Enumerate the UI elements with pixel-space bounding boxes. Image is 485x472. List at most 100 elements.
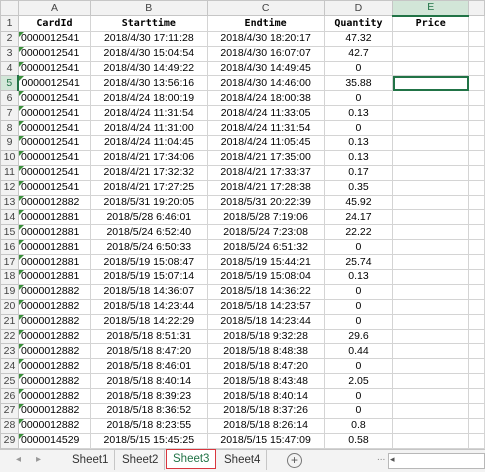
cell[interactable]: 2018/4/30 16:07:07: [206, 45, 325, 62]
sheet-tab-sheet2[interactable]: Sheet2: [116, 450, 166, 470]
row-header[interactable]: 20: [0, 298, 19, 315]
cell[interactable]: 2018/4/24 11:31:54: [89, 105, 208, 122]
row-header[interactable]: 24: [0, 358, 19, 375]
cell[interactable]: 0: [323, 239, 394, 256]
cell[interactable]: 0000012882: [17, 328, 91, 345]
cell[interactable]: 0000012541: [17, 164, 91, 181]
row-header[interactable]: 7: [0, 105, 19, 122]
cell[interactable]: [392, 328, 470, 345]
horizontal-scrollbar[interactable]: ◂: [388, 453, 485, 469]
cell[interactable]: [392, 149, 470, 166]
cell[interactable]: 0: [323, 403, 394, 419]
cell[interactable]: [392, 179, 470, 196]
cell[interactable]: 2018/5/15 15:47:09: [206, 432, 325, 449]
more-options-icon[interactable]: ...: [377, 452, 385, 463]
cell[interactable]: [468, 30, 485, 47]
cell[interactable]: 2018/4/30 17:11:28: [89, 30, 208, 47]
cell[interactable]: [468, 328, 485, 345]
row-header[interactable]: 25: [0, 373, 19, 390]
cell[interactable]: 0000012882: [17, 298, 91, 315]
cell[interactable]: [468, 120, 485, 137]
cell[interactable]: [392, 432, 470, 449]
cell[interactable]: 0000012882: [17, 417, 91, 434]
cell[interactable]: 2018/5/18 9:32:28: [206, 328, 325, 345]
prev-sheet-icon[interactable]: ◂: [16, 454, 21, 465]
cell[interactable]: 0.58: [323, 432, 394, 449]
cell[interactable]: 2018/5/28 6:46:01: [89, 209, 208, 226]
cell[interactable]: 0000012541: [17, 120, 91, 137]
cell[interactable]: [392, 105, 470, 122]
row-header[interactable]: 4: [0, 60, 19, 77]
cell[interactable]: [392, 120, 470, 137]
row-header[interactable]: 2: [0, 30, 19, 47]
cell[interactable]: 0000012541: [17, 105, 91, 122]
cell[interactable]: 2018/5/19 15:08:04: [206, 269, 325, 285]
cell[interactable]: 0000012881: [17, 209, 91, 226]
row-header[interactable]: 17: [0, 254, 19, 271]
cell[interactable]: 47.32: [323, 30, 394, 47]
cell[interactable]: 2018/4/30 15:04:54: [89, 45, 208, 62]
cell[interactable]: 2018/5/18 14:36:07: [89, 283, 208, 300]
cell[interactable]: 0000012882: [17, 373, 91, 390]
cell[interactable]: 0000012882: [17, 388, 91, 405]
cell[interactable]: 35.88: [323, 75, 394, 92]
cell[interactable]: [468, 224, 485, 241]
cell[interactable]: 2018/5/31 20:22:39: [206, 194, 325, 211]
row-header[interactable]: 19: [0, 283, 19, 300]
row-header[interactable]: 9: [0, 135, 19, 151]
row-header[interactable]: 14: [0, 209, 19, 226]
row-header[interactable]: 21: [0, 313, 19, 330]
cell[interactable]: [392, 164, 470, 181]
cell[interactable]: [468, 417, 485, 434]
cell[interactable]: 2018/5/18 8:40:14: [89, 373, 208, 390]
cell[interactable]: 2018/5/18 8:48:38: [206, 343, 325, 360]
cell[interactable]: 2018/4/24 18:00:38: [206, 90, 325, 107]
cell[interactable]: 2018/5/24 7:23:08: [206, 224, 325, 241]
cell[interactable]: [468, 239, 485, 256]
cell[interactable]: 2018/4/24 11:04:45: [89, 135, 208, 151]
row-header[interactable]: 15: [0, 224, 19, 241]
cell[interactable]: 0000012881: [17, 254, 91, 271]
row-header[interactable]: 26: [0, 388, 19, 405]
cell[interactable]: [468, 283, 485, 300]
selected-cell[interactable]: [392, 75, 470, 92]
cell[interactable]: [468, 75, 485, 92]
cell[interactable]: 2018/4/24 18:00:19: [89, 90, 208, 107]
cell[interactable]: [468, 373, 485, 390]
cell[interactable]: 2018/4/24 11:33:05: [206, 105, 325, 122]
cell[interactable]: 0.13: [323, 269, 394, 285]
cell[interactable]: 2018/5/24 6:52:40: [89, 224, 208, 241]
cell[interactable]: 0000012882: [17, 194, 91, 211]
cell[interactable]: 0: [323, 60, 394, 77]
cell[interactable]: [392, 417, 470, 434]
cell[interactable]: 42.7: [323, 45, 394, 62]
row-header[interactable]: 29: [0, 432, 19, 449]
cell[interactable]: [468, 403, 485, 419]
cell[interactable]: [392, 90, 470, 107]
cell[interactable]: 2018/5/28 7:19:06: [206, 209, 325, 226]
cell[interactable]: 0000012881: [17, 239, 91, 256]
select-all-corner[interactable]: [0, 0, 19, 17]
column-header-d[interactable]: D: [323, 0, 394, 17]
cell[interactable]: 24.17: [323, 209, 394, 226]
cell[interactable]: 2018/5/18 8:40:14: [206, 388, 325, 405]
cell[interactable]: 45.92: [323, 194, 394, 211]
cell[interactable]: 0: [323, 358, 394, 375]
column-header-overflow[interactable]: [468, 0, 485, 17]
cell[interactable]: 2018/5/19 15:44:21: [206, 254, 325, 271]
cell[interactable]: 0: [323, 388, 394, 405]
cell[interactable]: 2018/4/24 11:05:45: [206, 135, 325, 151]
header-cell-quantity[interactable]: Quantity: [323, 15, 394, 32]
cell[interactable]: [468, 90, 485, 107]
cell[interactable]: 2018/4/21 17:27:25: [89, 179, 208, 196]
sheet-tab-sheet3[interactable]: Sheet3: [166, 449, 217, 469]
cell[interactable]: [392, 135, 470, 151]
add-sheet-button[interactable]: +: [287, 453, 302, 468]
cell[interactable]: [392, 254, 470, 271]
cell[interactable]: 0.35: [323, 179, 394, 196]
column-header-b[interactable]: B: [89, 0, 208, 17]
cell[interactable]: 2018/5/18 8:47:20: [206, 358, 325, 375]
cell[interactable]: [468, 432, 485, 449]
cell[interactable]: [468, 179, 485, 196]
cell[interactable]: 0.44: [323, 343, 394, 360]
